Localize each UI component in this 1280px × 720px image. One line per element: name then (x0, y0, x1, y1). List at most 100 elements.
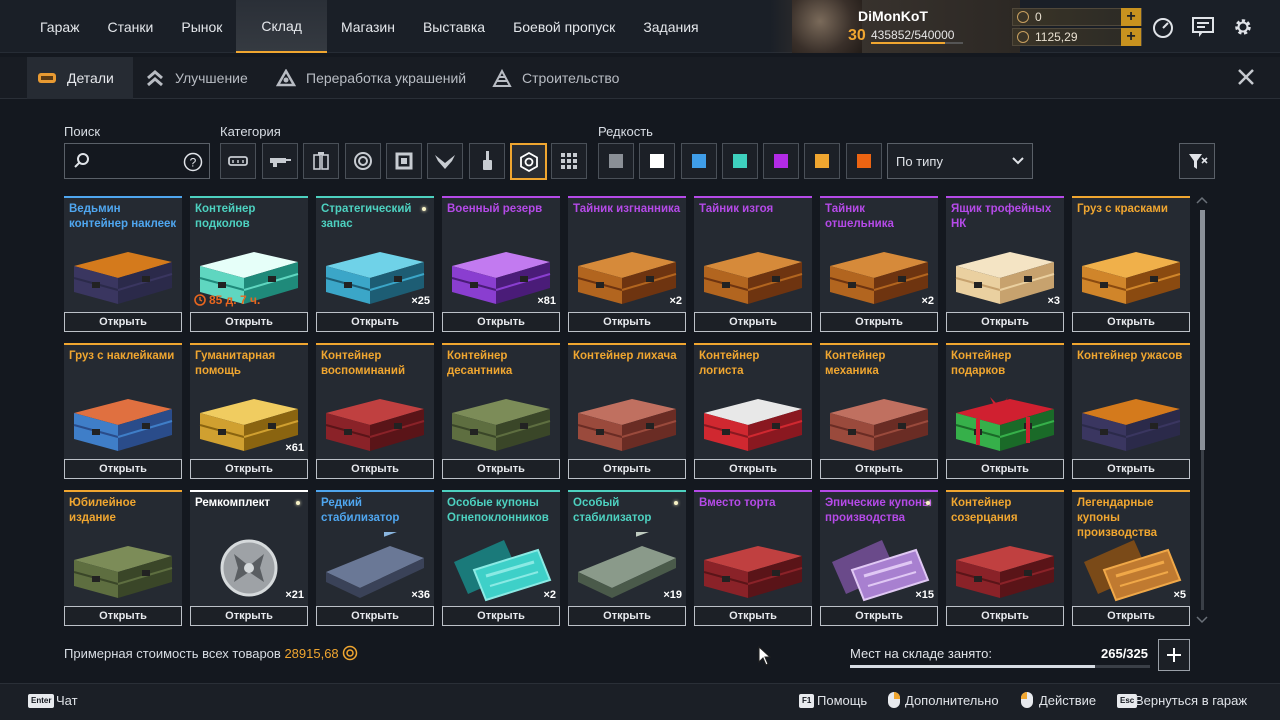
open-button[interactable]: Открыть (190, 312, 308, 332)
action-hint[interactable]: Действие (1039, 693, 1096, 708)
item-card[interactable]: Ремкомплект ×21 Открыть (190, 490, 308, 626)
back-to-garage-hint[interactable]: Вернуться в гараж (1135, 693, 1247, 708)
rarity-epic-button[interactable] (763, 143, 799, 179)
reset-filter-button[interactable] (1179, 143, 1215, 179)
open-button[interactable]: Открыть (190, 606, 308, 626)
search-input[interactable]: ? (64, 143, 210, 179)
item-card[interactable]: Контейнер лихача Открыть (568, 343, 686, 479)
open-button[interactable]: Открыть (190, 459, 308, 479)
open-button[interactable]: Открыть (64, 312, 182, 332)
category-decor-button[interactable] (427, 143, 463, 179)
category-weapon-button[interactable] (262, 143, 298, 179)
more-hint[interactable]: Дополнительно (905, 693, 999, 708)
category-paint-button[interactable] (469, 143, 505, 179)
open-button[interactable]: Открыть (820, 606, 938, 626)
chat-hint[interactable]: Чат (56, 693, 78, 708)
nav-tab[interactable]: Станки (94, 0, 168, 53)
scroll-up-icon[interactable] (1196, 196, 1208, 204)
open-button[interactable]: Открыть (442, 606, 560, 626)
nav-tab[interactable]: Боевой пропуск (499, 0, 629, 53)
item-card[interactable]: Контейнер подколов 85 д. 7 ч. Открыть (190, 196, 308, 332)
open-button[interactable]: Открыть (316, 312, 434, 332)
category-modules-button[interactable] (303, 143, 339, 179)
item-card[interactable]: Редкий стабилизатор ×36 Открыть (316, 490, 434, 626)
item-card[interactable]: Тайник отшельника ×2 Открыть (820, 196, 938, 332)
item-card[interactable]: Ведьмин контейнер наклеек Открыть (64, 196, 182, 332)
item-card[interactable]: Эпические купоны производства ×15 Открыть (820, 490, 938, 626)
nav-tab[interactable]: Склад (236, 0, 327, 53)
item-card[interactable]: Тайник изгнанника ×2 Открыть (568, 196, 686, 332)
open-button[interactable]: Открыть (442, 312, 560, 332)
close-icon[interactable] (1236, 67, 1256, 87)
subtab-details[interactable]: Детали (27, 57, 133, 99)
scrollbar[interactable] (1196, 196, 1208, 626)
item-card[interactable]: Особый стабилизатор ×19 Открыть (568, 490, 686, 626)
item-card[interactable]: Груз с красками Открыть (1072, 196, 1190, 332)
open-button[interactable]: Открыть (568, 606, 686, 626)
open-button[interactable]: Открыть (946, 312, 1064, 332)
search-field[interactable] (95, 150, 175, 172)
item-card[interactable]: Ящик трофейных НК ×3 Открыть (946, 196, 1064, 332)
open-button[interactable]: Открыть (820, 312, 938, 332)
open-button[interactable]: Открыть (1072, 606, 1190, 626)
item-card[interactable]: Контейнер десантника Открыть (442, 343, 560, 479)
open-button[interactable]: Открыть (946, 459, 1064, 479)
item-card[interactable]: Контейнер ужасов Открыть (1072, 343, 1190, 479)
item-card[interactable]: Контейнер созерцания Открыть (946, 490, 1064, 626)
category-wheels-button[interactable] (345, 143, 381, 179)
category-containers-button[interactable] (510, 143, 547, 180)
item-card[interactable]: Вместо торта Открыть (694, 490, 812, 626)
item-card[interactable]: Гуманитарная помощь ×61 Открыть (190, 343, 308, 479)
sort-dropdown[interactable]: По типу (887, 143, 1033, 179)
item-card[interactable]: Груз с наклейками Открыть (64, 343, 182, 479)
settings-gear-icon[interactable] (1231, 15, 1255, 39)
rarity-common-button[interactable] (598, 143, 634, 179)
open-button[interactable]: Открыть (694, 312, 812, 332)
item-card[interactable]: Контейнер подарков Открыть (946, 343, 1064, 479)
item-card[interactable]: Контейнер воспоминаний Открыть (316, 343, 434, 479)
nav-tab[interactable]: Магазин (327, 0, 409, 53)
open-button[interactable]: Открыть (694, 459, 812, 479)
scroll-down-icon[interactable] (1196, 616, 1208, 624)
item-card[interactable]: Военный резерв ×81 Открыть (442, 196, 560, 332)
nav-tab[interactable]: Гараж (26, 0, 94, 53)
help-hint[interactable]: Помощь (817, 693, 867, 708)
scroll-thumb[interactable] (1200, 210, 1205, 450)
item-card[interactable]: Легендарные купоны производства ×5 Открыть (1072, 490, 1190, 626)
open-button[interactable]: Открыть (1072, 459, 1190, 479)
help-question-icon[interactable]: ? (183, 152, 203, 172)
nav-tab[interactable]: Рынок (167, 0, 236, 53)
player-panel[interactable]: DiMonKoT 30 435852/540000 (770, 0, 1020, 53)
subtab-decor-recycling[interactable]: Переработка украшений (276, 57, 466, 99)
subtab-construction[interactable]: Строительство (492, 57, 619, 99)
open-button[interactable]: Открыть (1072, 312, 1190, 332)
add-scrap-button[interactable]: + (1121, 28, 1141, 46)
open-button[interactable]: Открыть (568, 459, 686, 479)
speedometer-icon[interactable] (1151, 15, 1175, 39)
open-button[interactable]: Открыть (316, 459, 434, 479)
nav-tab[interactable]: Задания (629, 0, 712, 53)
item-card[interactable]: Стратегический запас ×25 Открыть (316, 196, 434, 332)
add-coins-button[interactable]: + (1121, 8, 1141, 26)
category-armor-button[interactable] (220, 143, 256, 179)
rarity-rare-button[interactable] (681, 143, 717, 179)
open-button[interactable]: Открыть (820, 459, 938, 479)
item-card[interactable]: Контейнер механика Открыть (820, 343, 938, 479)
open-button[interactable]: Открыть (316, 606, 434, 626)
expand-storage-button[interactable] (1158, 639, 1190, 671)
open-button[interactable]: Открыть (442, 459, 560, 479)
open-button[interactable]: Открыть (946, 606, 1064, 626)
open-button[interactable]: Открыть (64, 459, 182, 479)
rarity-legendary-button[interactable] (804, 143, 840, 179)
category-frames-button[interactable] (386, 143, 422, 179)
item-card[interactable]: Тайник изгоя Открыть (694, 196, 812, 332)
rarity-white-button[interactable] (639, 143, 675, 179)
category-all-button[interactable] (551, 143, 587, 179)
nav-tab[interactable]: Выставка (409, 0, 499, 53)
messages-icon[interactable] (1191, 15, 1215, 39)
rarity-special-button[interactable] (722, 143, 758, 179)
item-card[interactable]: Особые купоны Огнепоклонников ×2 Открыть (442, 490, 560, 626)
item-card[interactable]: Контейнер логиста Открыть (694, 343, 812, 479)
open-button[interactable]: Открыть (568, 312, 686, 332)
subtab-upgrade[interactable]: Улучшение (145, 57, 248, 99)
